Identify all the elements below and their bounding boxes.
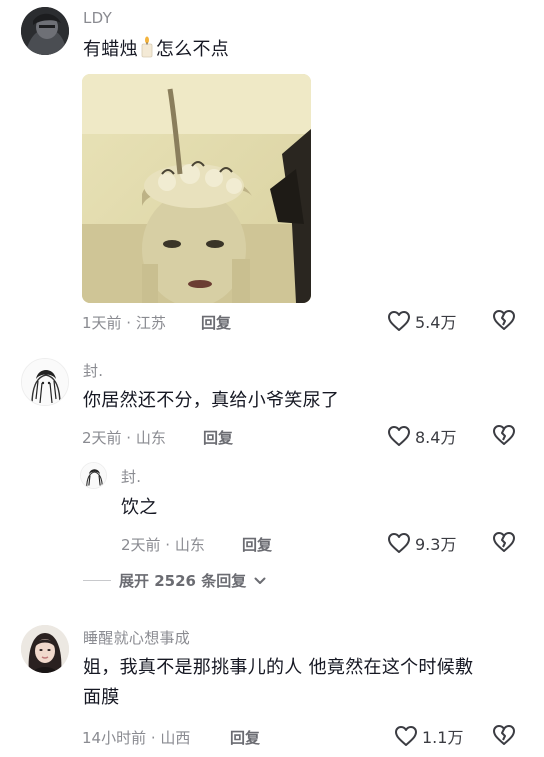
comment-time-location: 2天前 · 山东 <box>82 429 166 447</box>
broken-heart-icon <box>492 309 516 331</box>
avatar[interactable] <box>21 625 69 673</box>
like-button[interactable]: 5.4万 <box>387 309 456 333</box>
broken-heart-icon <box>492 531 516 553</box>
comment-text-part: 怎么不点 <box>155 39 230 60</box>
expand-replies-button[interactable]: 展开 2526 条回复 <box>83 570 266 591</box>
heart-outline-icon <box>387 425 411 447</box>
reply-button[interactable]: 回复 <box>230 727 260 748</box>
chevron-down-icon <box>254 571 266 590</box>
broken-heart-icon <box>492 724 516 746</box>
comment-text: 有蜡烛 怎么不点 <box>83 35 229 65</box>
like-button[interactable]: 9.3万 <box>387 531 456 555</box>
avatar[interactable] <box>21 358 69 406</box>
heart-outline-icon <box>387 310 411 332</box>
heart-outline-icon <box>387 532 411 554</box>
comment-time-location: 14小时前 · 山西 <box>82 729 191 747</box>
dislike-button[interactable] <box>492 531 516 553</box>
username[interactable]: 封. <box>83 360 103 381</box>
comment-text-line: 面膜 <box>83 687 120 708</box>
comment-time-location: 1天前 · 江苏 <box>82 314 166 332</box>
like-count: 8.4万 <box>415 428 457 447</box>
like-button[interactable]: 1.1万 <box>394 724 463 748</box>
heart-outline-icon <box>394 725 418 747</box>
divider <box>83 580 111 581</box>
comment-text-part: 有蜡烛 <box>83 39 138 60</box>
expand-replies-label: 展开 2526 条回复 <box>119 572 247 590</box>
avatar[interactable] <box>80 462 107 489</box>
like-count: 1.1万 <box>422 728 464 747</box>
comment-image[interactable] <box>82 74 311 303</box>
comment-text: 姐，我真不是那挑事儿的人 他竟然在这个时候敷 面膜 <box>83 653 533 713</box>
like-count: 9.3万 <box>415 535 457 554</box>
dislike-button[interactable] <box>492 424 516 446</box>
username[interactable]: 封. <box>121 466 141 487</box>
broken-heart-icon <box>492 424 516 446</box>
dislike-button[interactable] <box>492 724 516 746</box>
like-button[interactable]: 8.4万 <box>387 424 456 448</box>
username[interactable]: 睡醒就心想事成 <box>83 627 190 648</box>
comment-text-line: 姐，我真不是那挑事儿的人 他竟然在这个时候敷 <box>83 657 474 678</box>
like-count: 5.4万 <box>415 313 457 332</box>
reply-button[interactable]: 回复 <box>242 534 272 555</box>
reply-button[interactable]: 回复 <box>203 427 233 448</box>
reply-button[interactable]: 回复 <box>201 312 231 333</box>
candle-emoji-icon <box>138 36 156 58</box>
username[interactable]: LDY <box>83 9 112 27</box>
dislike-button[interactable] <box>492 309 516 331</box>
comment-text: 你居然还不分，真给小爷笑尿了 <box>83 390 340 411</box>
comment-time-location: 2天前 · 山东 <box>121 536 205 554</box>
avatar[interactable] <box>21 7 69 55</box>
comment-text: 饮之 <box>121 497 158 518</box>
